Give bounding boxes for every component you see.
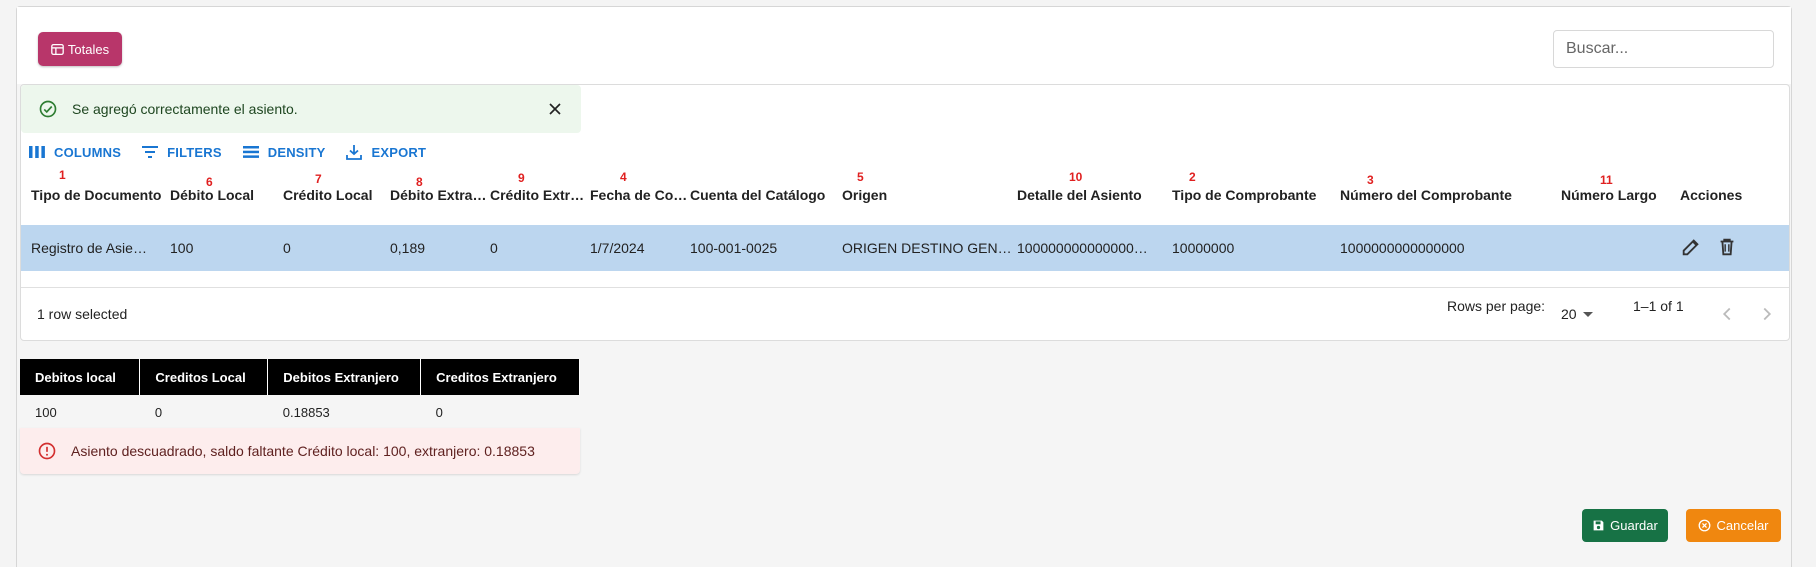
totals-value: 0	[139, 395, 268, 429]
column-header-acciones: Acciones	[1680, 187, 1743, 203]
column-marker: 10	[1069, 170, 1083, 184]
rows-per-page-value: 20	[1561, 306, 1577, 322]
column-marker: 2	[1189, 170, 1196, 184]
columns-label: COLUMNS	[54, 144, 122, 160]
column-header-tipo-comprobante[interactable]: Tipo de Comprobante	[1172, 187, 1316, 203]
table-cell: 100000000000000…	[1017, 240, 1148, 256]
column-marker: 4	[620, 170, 627, 184]
rows-per-page-label: Rows per page:	[1447, 298, 1546, 314]
edit-icon[interactable]	[1680, 236, 1702, 258]
column-marker: 9	[518, 171, 525, 185]
chevron-left-icon[interactable]	[1716, 303, 1738, 325]
download-icon	[346, 145, 363, 160]
column-marker: 11	[1600, 173, 1613, 187]
table-cell: 0	[490, 240, 498, 256]
table-cell: 0,189	[390, 240, 426, 256]
dropdown-arrow-icon	[1582, 311, 1593, 317]
column-header-debito-extranjero[interactable]: Débito Extra…	[390, 187, 486, 203]
totals-value: 0	[420, 395, 580, 429]
totals-value: 0.18853	[267, 395, 421, 429]
table-cell: Registro de Asie…	[31, 240, 147, 256]
column-header-numero-largo[interactable]: Número Largo	[1561, 187, 1657, 203]
table-icon	[51, 43, 64, 55]
export-button[interactable]: EXPORT	[345, 142, 426, 162]
export-label: EXPORT	[371, 144, 427, 160]
save-button[interactable]: Guardar	[1582, 509, 1668, 542]
totales-label: Totales	[67, 41, 110, 57]
rows-per-page-select[interactable]: 20	[1561, 304, 1601, 324]
totals-header: Debitos Extranjero	[267, 359, 422, 395]
column-header-fecha[interactable]: Fecha de Co…	[590, 187, 687, 203]
totals-header: Debitos local	[20, 359, 141, 395]
column-header-tipo-documento[interactable]: Tipo de Documento	[31, 187, 161, 203]
column-marker: 7	[315, 172, 322, 186]
columns-icon	[29, 146, 45, 158]
top-toolbar	[17, 7, 1791, 84]
totals-header-row: Debitos local Creditos Local Debitos Ext…	[20, 359, 580, 395]
density-icon	[242, 146, 259, 158]
column-marker: 1	[59, 168, 66, 182]
table-cell: 100	[170, 240, 194, 256]
error-alert: Asiento descuadrado, saldo faltante Créd…	[20, 428, 580, 474]
totals-values-row: 100 0 0.18853 0	[20, 395, 580, 429]
table-cell: 1/7/2024	[590, 240, 645, 256]
chevron-right-icon[interactable]	[1756, 303, 1778, 325]
check-circle-icon	[39, 100, 57, 118]
column-header-numero-comprobante[interactable]: Número del Comprobante	[1340, 187, 1512, 203]
filters-button[interactable]: FILTERS	[141, 142, 222, 162]
cancel-label: Cancelar	[1716, 518, 1769, 533]
table-cell: 0	[283, 240, 291, 256]
grid-footer-divider	[21, 287, 1789, 288]
filter-icon	[142, 146, 159, 158]
trash-icon[interactable]	[1716, 236, 1738, 258]
density-label: DENSITY	[267, 144, 326, 160]
error-message: Asiento descuadrado, saldo faltante Créd…	[71, 443, 535, 459]
density-button[interactable]: DENSITY	[242, 142, 326, 162]
column-header-credito-local[interactable]: Crédito Local	[283, 187, 372, 203]
column-header-origen[interactable]: Origen	[842, 187, 887, 203]
filters-label: FILTERS	[167, 144, 222, 160]
pagination-range: 1–1 of 1	[1633, 298, 1684, 314]
cancel-circle-icon	[1699, 519, 1711, 532]
totals-header: Creditos Extranjero	[420, 359, 580, 395]
close-icon[interactable]	[545, 99, 565, 119]
table-cell: ORIGEN DESTINO GEN…	[842, 240, 1012, 256]
error-icon	[38, 442, 56, 460]
cancel-button[interactable]: Cancelar	[1686, 509, 1781, 542]
save-icon	[1593, 520, 1604, 531]
selected-count: 1 row selected	[37, 306, 128, 322]
table-cell: 10000000	[1172, 240, 1235, 256]
totals-header: Creditos Local	[139, 359, 269, 395]
column-marker: 3	[1367, 173, 1374, 187]
search-input[interactable]	[1553, 30, 1774, 68]
column-marker: 5	[857, 170, 864, 184]
totales-button[interactable]: Totales	[38, 32, 122, 66]
column-header-debito-local[interactable]: Débito Local	[170, 187, 254, 203]
column-header-cuenta-catalogo[interactable]: Cuenta del Catálogo	[690, 187, 825, 203]
totals-value: 100	[20, 395, 140, 429]
success-message: Se agregó correctamente el asiento.	[72, 101, 298, 117]
totals-table: Debitos local Creditos Local Debitos Ext…	[20, 359, 580, 429]
column-header-credito-extranjero[interactable]: Crédito Extr…	[490, 187, 584, 203]
grid-toolbar: COLUMNS FILTERS DENSITY EXPORT	[28, 142, 426, 162]
column-header-detalle-asiento[interactable]: Detalle del Asiento	[1017, 187, 1142, 203]
table-cell: 100-001-0025	[690, 240, 778, 256]
save-label: Guardar	[1610, 518, 1658, 533]
table-cell: 1000000000000000	[1340, 240, 1465, 256]
columns-button[interactable]: COLUMNS	[28, 142, 121, 162]
success-alert: Se agregó correctamente el asiento.	[21, 85, 581, 133]
